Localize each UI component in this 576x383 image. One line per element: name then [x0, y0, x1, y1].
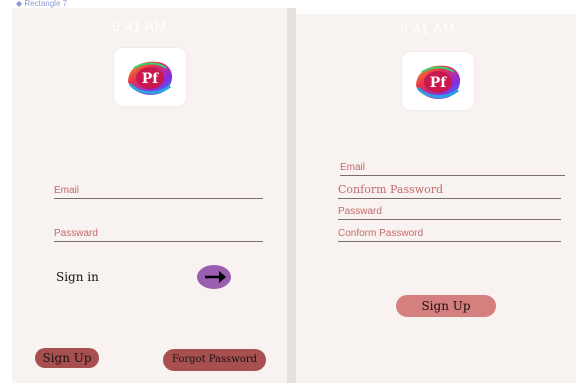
- pf-logo-icon: Pf: [416, 65, 461, 99]
- status-time: 9:41 AM: [400, 20, 455, 36]
- confirm-password-label-2: Conform Password: [338, 228, 424, 239]
- frame-label: ◆ Rectangle 7: [16, 0, 68, 8]
- signup-screen: 9:41 AM Pf Email Conform Password Passwa…: [296, 14, 576, 383]
- app-logo: Pf: [402, 52, 474, 110]
- confirm-password-field[interactable]: Conform Password: [338, 183, 561, 199]
- email-field[interactable]: Email: [54, 185, 263, 199]
- email-label: Email: [54, 185, 80, 196]
- sign-up-button[interactable]: Sign Up: [35, 348, 99, 368]
- sign-up-button[interactable]: Sign Up: [396, 295, 496, 317]
- pf-logo-icon: Pf: [128, 61, 173, 95]
- arrow-right-icon: [205, 271, 226, 283]
- password-field[interactable]: Passward: [338, 206, 561, 220]
- app-logo: Pf: [114, 48, 186, 106]
- confirm-password-label: Conform Password: [338, 183, 444, 196]
- sign-in-button[interactable]: [197, 265, 231, 289]
- password-label: Passward: [54, 228, 98, 239]
- sign-in-label: Sign in: [56, 270, 99, 284]
- password-label: Passward: [338, 206, 382, 217]
- logo-text: Pf: [142, 71, 160, 87]
- email-label: Email: [340, 162, 366, 173]
- password-field[interactable]: Passward: [54, 228, 263, 242]
- logo-text: Pf: [430, 75, 448, 91]
- divider: [287, 8, 296, 383]
- status-time: 9:41 AM: [112, 18, 167, 34]
- forgot-password-button[interactable]: Forgot Password: [163, 349, 266, 371]
- login-screen: 9:41 AM Pf Email Passward Sign in Sign U…: [12, 8, 287, 383]
- confirm-password-field-2[interactable]: Conform Password: [338, 228, 561, 242]
- email-field[interactable]: Email: [340, 162, 565, 176]
